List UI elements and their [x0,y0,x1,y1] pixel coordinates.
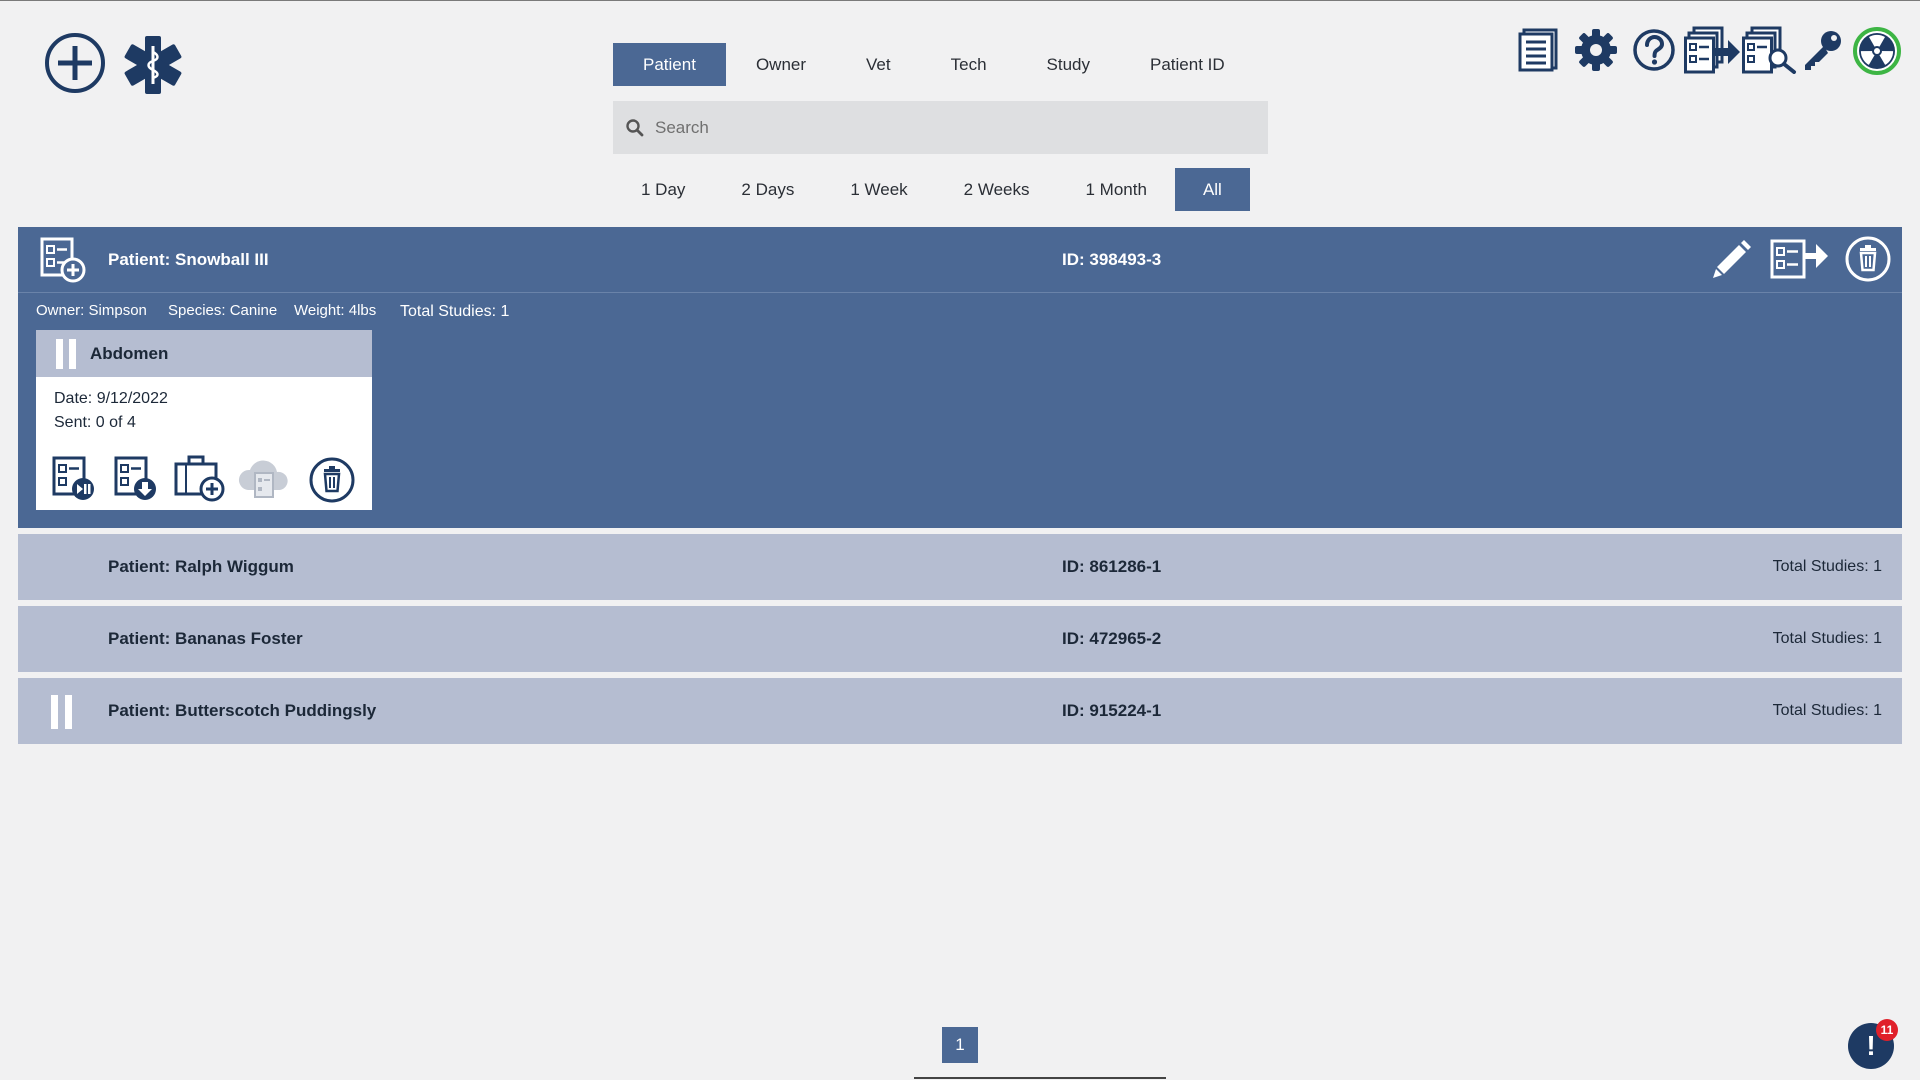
tab-patient-id[interactable]: Patient ID [1120,43,1255,86]
add-study-icon[interactable] [40,237,86,288]
star-of-life-icon[interactable] [120,32,186,98]
play-pause-study-icon[interactable] [52,456,96,507]
download-study-icon[interactable] [114,456,158,507]
total-studies-label: Total Studies: 1 [400,303,510,320]
range-2-weeks[interactable]: 2 Weeks [936,168,1058,211]
patient-name: Patient: Bananas Foster [108,629,303,648]
total-studies-label: Total Studies: 1 [1772,558,1882,575]
document-list-icon[interactable] [1518,28,1558,72]
divider [18,292,1902,293]
range-1-month[interactable]: 1 Month [1058,168,1175,211]
radiation-icon[interactable] [1852,26,1902,76]
page-button[interactable]: 1 [942,1027,978,1063]
pagination-underline [914,1077,1166,1079]
owner-label: Owner: Simpson [36,302,147,319]
total-studies-label: Total Studies: 1 [1772,630,1882,647]
key-icon[interactable] [1802,28,1844,72]
patient-id: ID: 472965-2 [1062,629,1162,648]
study-card-header: Abdomen [36,330,372,377]
notification-count-badge: 11 [1876,1019,1898,1041]
tab-owner[interactable]: Owner [726,43,836,86]
species-label: Species: Canine [168,302,278,319]
delete-study-icon[interactable] [308,456,356,509]
top-border [0,0,1920,1]
search-type-tabs: Patient Owner Vet Tech Study Patient ID [613,43,1255,86]
search-icon [626,118,644,136]
patient-row[interactable]: Patient: Butterscotch Puddingsly ID: 915… [18,678,1902,744]
edit-pencil-icon[interactable] [1710,237,1754,286]
range-2-days[interactable]: 2 Days [713,168,822,211]
patient-name: Patient: Butterscotch Puddingsly [108,701,377,720]
tab-vet[interactable]: Vet [836,43,921,86]
range-1-day[interactable]: 1 Day [613,168,713,211]
weight-label: Weight: 4lbs [294,302,377,319]
range-all[interactable]: All [1174,168,1250,211]
search-input[interactable] [653,106,1247,149]
add-circle-icon[interactable] [44,32,106,94]
search-studies-icon[interactable] [1742,26,1798,74]
cloud-upload-icon[interactable] [236,456,292,505]
patient-row[interactable]: Patient: Bananas Foster ID: 472965-2 Tot… [18,606,1902,672]
help-icon[interactable] [1632,28,1676,72]
pause-icon [65,695,72,729]
tab-tech[interactable]: Tech [921,43,1017,86]
patient-name: Patient: Ralph Wiggum [108,557,294,576]
total-studies-label: Total Studies: 1 [1772,702,1882,719]
tab-patient[interactable]: Patient [613,43,726,86]
patient-id: ID: 861286-1 [1062,557,1162,576]
date-range-tabs: 1 Day 2 Days 1 Week 2 Weeks 1 Month All [613,168,1250,211]
patient-id: ID: 915224-1 [1062,701,1162,720]
patient-name: Patient: Snowball III [108,250,269,269]
search-box [613,101,1268,154]
export-patient-icon[interactable] [1770,237,1830,288]
add-case-icon[interactable] [174,454,226,507]
study-date: Date: 9/12/2022 [54,390,168,407]
patient-id: ID: 398493-3 [1062,250,1162,269]
pause-icon [69,339,76,369]
pause-icon [51,695,58,729]
tab-study[interactable]: Study [1017,43,1120,86]
send-studies-icon[interactable] [1684,26,1742,74]
patient-row-expanded[interactable]: Patient: Snowball III ID: 398493-3 Owner… [18,227,1902,528]
range-1-week[interactable]: 1 Week [822,168,935,211]
patient-row[interactable]: Patient: Ralph Wiggum ID: 861286-1 Total… [18,534,1902,600]
study-title: Abdomen [90,344,169,363]
study-card[interactable]: Abdomen Date: 9/12/2022 Sent: 0 of 4 [36,330,372,510]
delete-patient-icon[interactable] [1844,235,1892,288]
gear-icon[interactable] [1574,28,1618,72]
notification-button[interactable]: ! 11 [1848,1019,1898,1069]
pause-icon [56,339,63,369]
study-sent: Sent: 0 of 4 [54,414,136,431]
